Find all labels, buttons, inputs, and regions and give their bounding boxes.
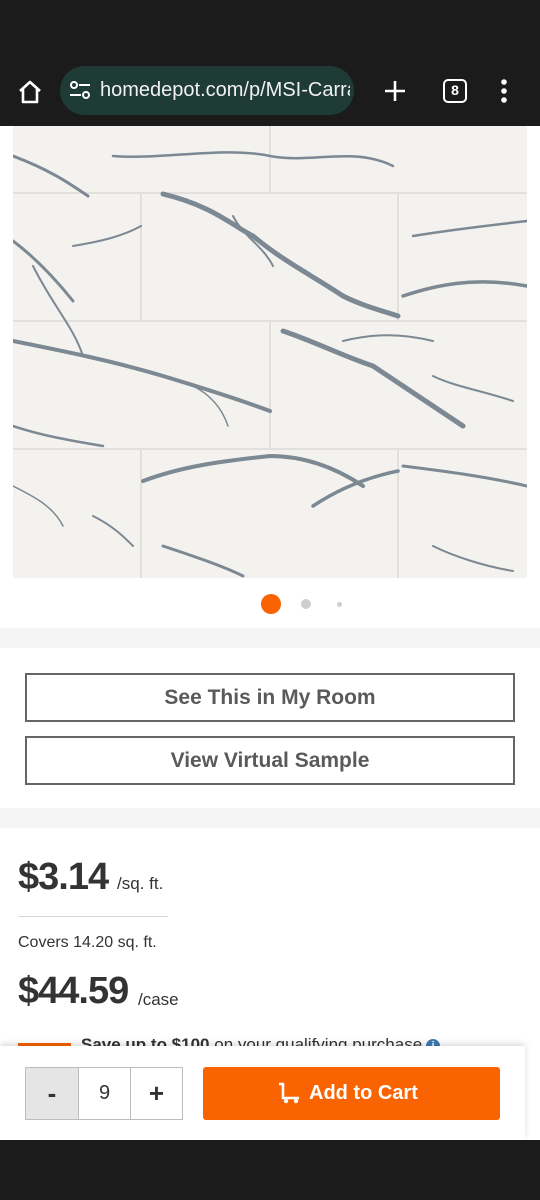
add-to-cart-bar: - 9 + Add to Cart [0,1046,525,1140]
divider [18,916,168,917]
quantity-increase-button[interactable]: + [131,1068,182,1119]
quantity-stepper: - 9 + [25,1067,183,1120]
quantity-input[interactable]: 9 [78,1068,131,1119]
add-to-cart-label: Add to Cart [309,1082,418,1104]
tune-icon[interactable] [68,80,92,100]
url-text[interactable]: homedepot.com/p/MSI-Carrara [100,79,350,102]
case-price: $44.59 [18,970,129,1012]
navigation-bar [0,1140,540,1200]
home-icon[interactable] [14,76,46,108]
pagination-dot[interactable] [337,602,342,607]
quantity-decrease-button[interactable]: - [26,1068,78,1119]
add-to-cart-button[interactable]: Add to Cart [203,1067,500,1120]
gallery-pagination [0,592,540,616]
visualize-actions: See This in My Room View Virtual Sample [0,648,540,808]
coverage-text: Covers 14.20 sq. ft. [18,934,157,951]
see-in-room-button[interactable]: See This in My Room [25,673,515,722]
tabs-icon[interactable]: 8 [443,79,467,103]
price-per-unit: $3.14 [18,856,109,898]
plus-icon[interactable] [380,76,410,106]
pagination-dot-active[interactable] [261,594,281,614]
case-unit: /case [138,990,179,1009]
more-vert-icon[interactable] [494,76,514,106]
price-unit: /sq. ft. [117,874,164,893]
product-page[interactable]: See This in My Room View Virtual Sample … [0,126,540,1140]
virtual-sample-button[interactable]: View Virtual Sample [25,736,515,785]
status-bar [0,0,540,56]
cart-icon [277,1082,301,1104]
browser-toolbar: homedepot.com/p/MSI-Carrara 8 [0,56,540,126]
url-bar[interactable]: homedepot.com/p/MSI-Carrara [60,66,354,115]
pagination-dot[interactable] [301,599,311,609]
product-image[interactable] [13,126,527,578]
product-gallery [0,126,540,628]
